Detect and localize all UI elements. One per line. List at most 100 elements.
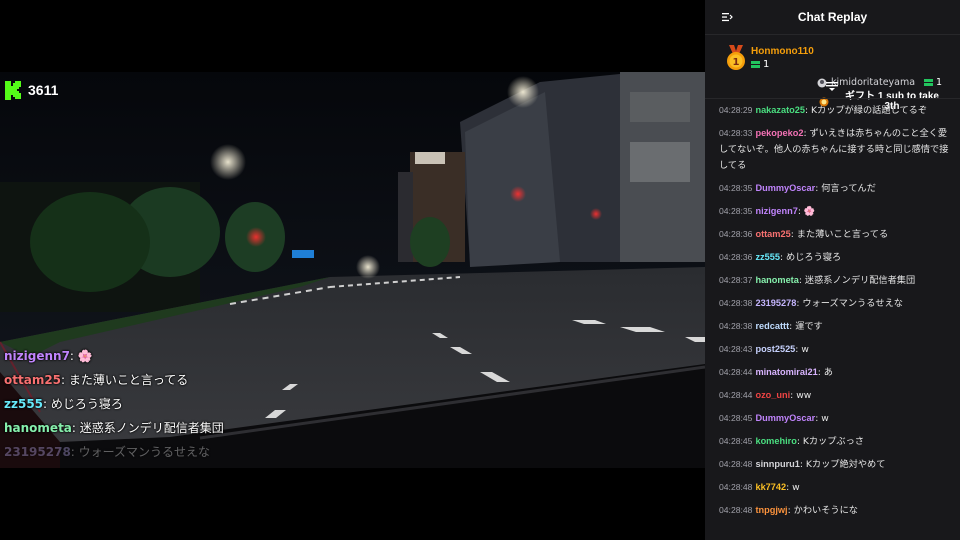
message-username[interactable]: komehiro: [755, 436, 796, 446]
overlay-message: 23195278: ウォーズマンうるせえな: [4, 440, 304, 464]
message-text: 迷惑系ノンデリ配信者集団: [804, 275, 916, 286]
gift-user-count: 1: [924, 77, 942, 88]
message-username[interactable]: minatomirai21: [755, 367, 817, 377]
message-timestamp: 04:28:48: [719, 482, 753, 492]
message-username[interactable]: kk7742: [755, 482, 786, 492]
message-timestamp: 04:28:45: [719, 413, 753, 423]
chat-message: 04:28:48 tnpgjwj: かわいそうにな: [705, 502, 960, 519]
message-username[interactable]: nizigenn7: [755, 206, 797, 216]
top-gifter-name: Honmono110: [751, 46, 814, 57]
kick-logo-icon: [5, 81, 21, 100]
expand-pinned-icon[interactable]: [826, 82, 838, 92]
chat-message: 04:28:45 DummyOscar: w: [705, 410, 960, 427]
message-username[interactable]: pekopeko2: [755, 128, 803, 138]
message-text: Kカップが緑の話題してるぞ: [811, 105, 928, 116]
viewer-count: 3611: [28, 82, 59, 98]
overlay-username[interactable]: nizigenn7: [4, 349, 70, 363]
overlay-message: hanometa: 迷惑系ノンデリ配信者集団: [4, 416, 304, 440]
overlay-username[interactable]: 23195278: [4, 445, 71, 459]
message-timestamp: 04:28:35: [719, 183, 753, 193]
overlay-message: ottam25: また薄いこと言ってる: [4, 368, 304, 392]
message-username[interactable]: zz555: [755, 252, 780, 262]
viewer-badge: 3611: [4, 80, 58, 100]
chat-overlay: nizigenn7: 🌸 ottam25: また薄いこと言ってる zz555: めじ…: [4, 344, 304, 464]
message-text: また薄いこと言ってる: [796, 229, 889, 240]
overlay-text: 🌸: [77, 349, 93, 363]
chat-message: 04:28:35 nizigenn7: 🌸: [705, 203, 960, 220]
message-username[interactable]: ozo_uni: [755, 390, 790, 400]
message-username[interactable]: tnpgjwj: [755, 505, 787, 515]
separator: :: [71, 421, 80, 435]
chat-message-list[interactable]: 04:28:29 nakazato25: Kカップが緑の話題してるぞ 04:28:3…: [705, 98, 960, 525]
collapse-chat-icon[interactable]: [721, 11, 733, 23]
message-username[interactable]: nakazato25: [755, 105, 805, 115]
chat-message: 04:28:37 hanometa: 迷惑系ノンデリ配信者集団: [705, 272, 960, 289]
message-text: Kカップ絶対やめて: [805, 459, 886, 470]
separator: :: [70, 445, 79, 459]
message-timestamp: 04:28:37: [719, 275, 753, 285]
separator: :: [61, 373, 69, 387]
message-timestamp: 04:28:45: [719, 436, 753, 446]
message-username[interactable]: sinnpuru1: [755, 459, 799, 469]
separator: :: [43, 397, 51, 411]
message-username[interactable]: hanometa: [755, 275, 798, 285]
message-text: かわいそうにな: [793, 505, 858, 516]
chat-message: 04:28:48 sinnpuru1: Kカップ絶対やめて: [705, 456, 960, 473]
video-player[interactable]: 3611 nizigenn7: 🌸 ottam25: また薄いこと言ってる zz55…: [0, 0, 705, 540]
message-text: Kカップぶっさ: [802, 436, 864, 447]
message-timestamp: 04:28:43: [719, 344, 753, 354]
chat-message: 04:28:36 ottam25: また薄いこと言ってる: [705, 226, 960, 243]
top-gifter: 1 Honmono110 1: [725, 45, 814, 71]
message-text: ウォーズマンうるせえな: [802, 298, 903, 309]
overlay-username[interactable]: zz555: [4, 397, 43, 411]
message-username[interactable]: ottam25: [755, 229, 790, 239]
overlay-message: nizigenn7: 🌸: [4, 344, 304, 368]
message-timestamp: 04:28:33: [719, 128, 753, 138]
message-username[interactable]: 23195278: [755, 298, 796, 308]
message-text: 🌸: [803, 206, 816, 217]
message-timestamp: 04:28:35: [719, 206, 753, 216]
message-text: w: [821, 413, 829, 424]
message-text: めじろう寝ろ: [786, 252, 842, 263]
gold-medal-icon: 1: [727, 45, 745, 70]
chat-message: 04:28:33 pekopeko2: ずいえきは赤ちゃんのこと全く愛してないぞ。…: [705, 125, 960, 174]
message-text: ww: [796, 390, 812, 401]
message-text: ずいえきは赤ちゃんのこと全く愛してないぞ。他人の赤ちゃんに接する時と同じ感情で接…: [719, 128, 949, 171]
message-timestamp: 04:28:48: [719, 505, 753, 515]
message-timestamp: 04:28:29: [719, 105, 753, 115]
message-text: 何言ってんだ: [821, 183, 876, 194]
message-text: w: [801, 344, 809, 355]
overlay-text: めじろう寝ろ: [50, 397, 123, 411]
message-timestamp: 04:28:38: [719, 321, 753, 331]
chat-message: 04:28:44 ozo_uni: ww: [705, 387, 960, 404]
svg-text:1: 1: [733, 57, 740, 68]
chat-message: 04:28:35 DummyOscar: 何言ってんだ: [705, 180, 960, 197]
top-gifter-count: 1: [751, 59, 814, 70]
message-username[interactable]: post2525: [755, 344, 795, 354]
message-timestamp: 04:28:36: [719, 229, 753, 239]
chat-message: 04:28:29 nakazato25: Kカップが緑の話題してるぞ: [705, 102, 960, 119]
chat-message: 04:28:48 kk7742: w: [705, 479, 960, 496]
overlay-text: ウォーズマンうるせえな: [78, 445, 211, 459]
chat-message: 04:28:38 23195278: ウォーズマンうるせえな: [705, 295, 960, 312]
overlay-username[interactable]: ottam25: [4, 373, 61, 387]
message-timestamp: 04:28:44: [719, 390, 753, 400]
chat-message: 04:28:45 komehiro: Kカップぶっさ: [705, 433, 960, 450]
message-text: あ: [823, 367, 833, 378]
chat-message: 04:28:38 redcattt: 運です: [705, 318, 960, 335]
chat-title: Chat Replay: [797, 10, 868, 24]
message-timestamp: 04:28:44: [719, 367, 753, 377]
message-username[interactable]: DummyOscar: [755, 183, 815, 193]
sub-gift-icon: [924, 79, 933, 86]
message-username[interactable]: redcattt: [755, 321, 789, 331]
message-username[interactable]: DummyOscar: [755, 413, 815, 423]
overlay-text: また薄いこと言ってる: [68, 373, 189, 387]
message-timestamp: 04:28:36: [719, 252, 753, 262]
overlay-username[interactable]: hanometa: [4, 421, 72, 435]
message-timestamp: 04:28:48: [719, 459, 753, 469]
overlay-message: zz555: めじろう寝ろ: [4, 392, 304, 416]
message-timestamp: 04:28:38: [719, 298, 753, 308]
chat-message: 04:28:44 minatomirai21: あ: [705, 364, 960, 381]
message-text: 運です: [795, 321, 823, 332]
overlay-text: 迷惑系ノンデリ配信者集団: [79, 421, 224, 435]
